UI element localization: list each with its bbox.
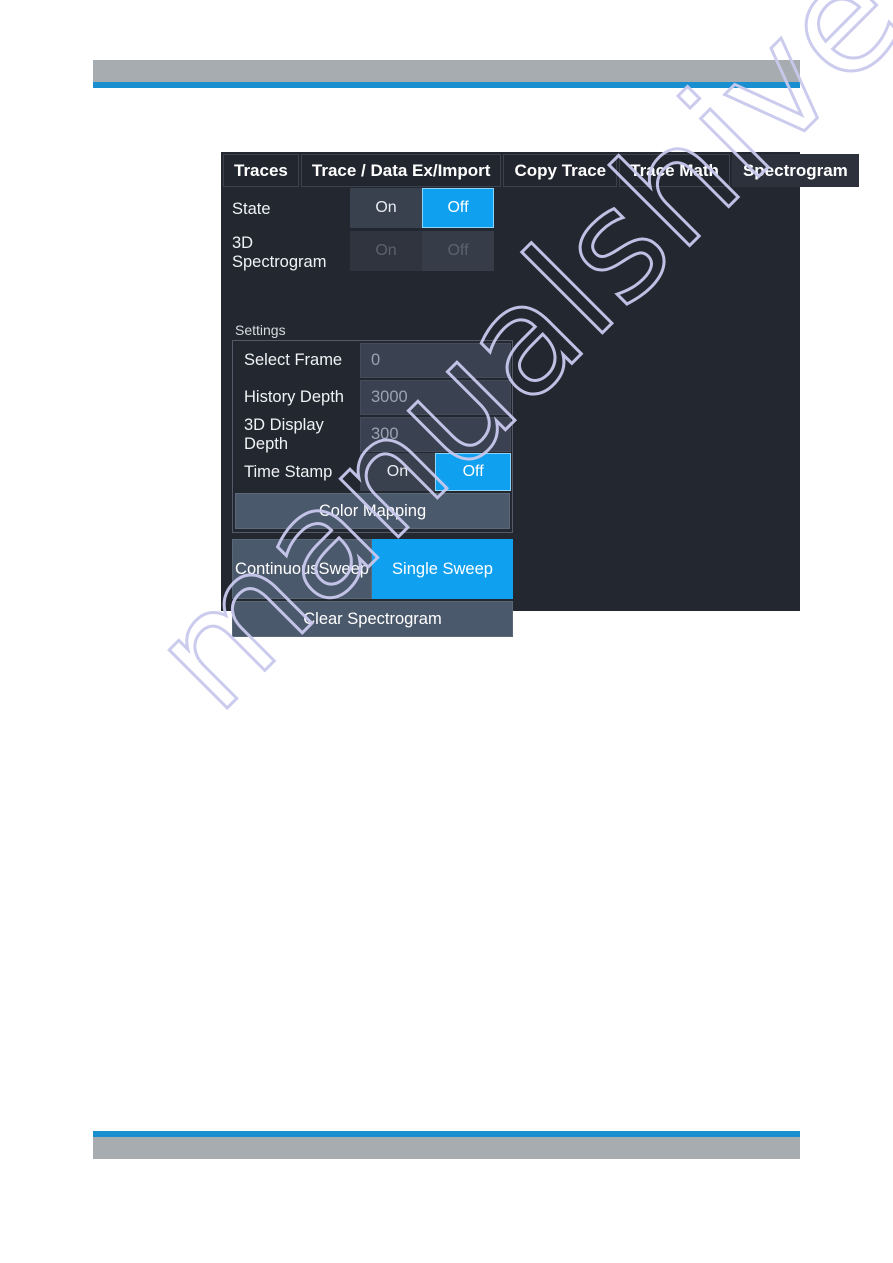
state-toggle-off[interactable]: Off: [422, 188, 494, 228]
time-stamp-label: Time Stamp: [244, 462, 333, 481]
sweep-button-row: Continuous Sweep Single Sweep: [232, 539, 513, 599]
state-label: State: [232, 200, 271, 218]
time-stamp-toggle-off[interactable]: Off: [435, 453, 511, 491]
tab-trace-math[interactable]: Trace Math: [619, 154, 730, 187]
continuous-sweep-button[interactable]: Continuous Sweep: [232, 539, 372, 599]
time-stamp-toggle[interactable]: On Off: [359, 453, 511, 491]
state-control: On Off: [350, 188, 510, 231]
dialog-body: State On Off 3D Spectrogram On Off Setti…: [221, 188, 800, 637]
history-depth-row: History Depth 3000: [234, 379, 511, 416]
tab-traces-label: Traces: [234, 160, 288, 180]
state-toggle-on[interactable]: On: [350, 188, 422, 228]
history-depth-label: History Depth: [244, 388, 344, 406]
3d-display-depth-input[interactable]: 300: [360, 417, 511, 452]
history-depth-input[interactable]: 3000: [360, 380, 511, 415]
select-frame-label: Select Frame: [244, 351, 343, 369]
3d-display-depth-label: 3D Display Depth: [244, 415, 324, 453]
state-toggle[interactable]: On Off: [350, 188, 494, 228]
color-mapping-wrap: Color Mapping: [234, 491, 511, 531]
state-row: State On Off: [221, 188, 800, 231]
settings-group: Settings Select Frame 0 History Depth 30…: [232, 322, 513, 533]
tab-traces[interactable]: Traces: [223, 154, 299, 187]
color-mapping-button[interactable]: Color Mapping: [235, 493, 510, 529]
3d-spectrogram-toggle-on: On: [375, 242, 397, 259]
tab-trace-data-ex-import-label: Trace / Data Ex/Import: [311, 160, 491, 180]
3d-spectrogram-control: On Off: [350, 231, 510, 274]
single-sweep-button[interactable]: Single Sweep: [372, 539, 513, 599]
tab-trace-math-label: Trace Math: [630, 160, 719, 180]
page-header-rule: [93, 82, 800, 88]
tab-spectrogram-label: Spectrogram: [742, 160, 848, 180]
time-stamp-row: Time Stamp On Off: [234, 453, 511, 491]
3d-spectrogram-toggle: On Off: [350, 231, 494, 271]
select-frame-row: Select Frame 0: [234, 342, 511, 379]
page-header: [93, 60, 800, 88]
spectrogram-dialog: Traces Trace / Data Ex/Import Copy Trace…: [221, 152, 859, 637]
tab-trace-data-ex-import[interactable]: Trace / Data Ex/Import: [300, 154, 502, 187]
time-stamp-toggle-on[interactable]: On: [360, 453, 436, 491]
page-footer-bar: [93, 1137, 800, 1159]
clear-spectrogram-button[interactable]: Clear Spectrogram: [232, 601, 513, 637]
dialog-tab-bar: Traces Trace / Data Ex/Import Copy Trace…: [221, 152, 859, 188]
3d-spectrogram-row: 3D Spectrogram On Off: [221, 231, 800, 274]
continuous-sweep-line-1: Continuous: [235, 559, 319, 578]
3d-display-depth-row: 3D Display Depth 300: [234, 416, 511, 453]
3d-spectrogram-toggle-off: Off: [422, 231, 494, 271]
clear-spectrogram-row: Clear Spectrogram: [232, 601, 513, 637]
3d-spectrogram-label: 3D Spectrogram: [232, 233, 327, 271]
settings-group-title: Settings: [235, 322, 286, 338]
tab-spectrogram[interactable]: Spectrogram: [731, 154, 859, 187]
page-header-bar: [93, 60, 800, 82]
select-frame-input[interactable]: 0: [360, 343, 511, 378]
settings-group-frame: Select Frame 0 History Depth 3000 3D Dis…: [232, 340, 513, 533]
page-footer: [93, 1131, 800, 1159]
tab-copy-trace[interactable]: Copy Trace: [503, 154, 618, 187]
tab-copy-trace-label: Copy Trace: [514, 160, 607, 180]
continuous-sweep-line-2: Sweep: [318, 559, 369, 578]
